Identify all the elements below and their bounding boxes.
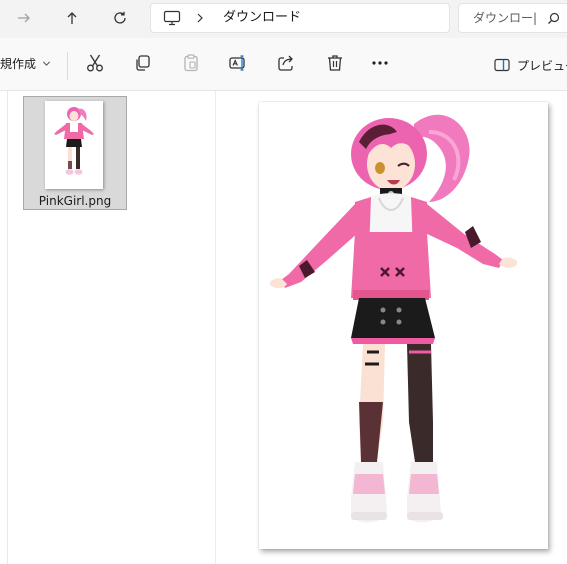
breadcrumb[interactable]: ダウンロード — [150, 3, 450, 33]
preview-pane-divider[interactable] — [215, 91, 216, 564]
chevron-down-icon — [43, 61, 51, 66]
search-input[interactable]: ダウンロー| — [458, 3, 567, 33]
file-thumbnail — [45, 101, 103, 189]
pink-girl-thumbnail — [54, 107, 94, 175]
copy-icon — [136, 55, 150, 71]
content-area: PinkGirl.png — [0, 91, 567, 564]
preview-pane — [259, 102, 548, 549]
cut-icon — [87, 54, 103, 72]
preview-pane-icon — [494, 58, 510, 72]
preview-pane-label: プレビュー — [517, 58, 567, 73]
breadcrumb-current-folder[interactable]: ダウンロード — [223, 10, 301, 26]
paste-button[interactable] — [180, 52, 202, 74]
pc-icon[interactable] — [163, 10, 181, 26]
up-button[interactable] — [57, 4, 87, 32]
chevron-right-icon[interactable] — [195, 12, 205, 24]
search-icon[interactable] — [547, 12, 560, 25]
forward-button[interactable] — [9, 4, 39, 32]
file-item[interactable]: PinkGirl.png — [23, 96, 127, 210]
delete-button[interactable] — [324, 52, 346, 74]
rename-icon — [229, 55, 245, 71]
arrow-right-icon — [18, 13, 30, 23]
arrow-up-icon — [67, 12, 77, 24]
copy-button[interactable] — [132, 52, 154, 74]
more-icon — [372, 61, 388, 65]
share-icon — [278, 55, 293, 71]
command-divider — [67, 52, 68, 80]
share-button[interactable] — [275, 52, 297, 74]
address-bar-row: ダウンロード ダウンロー| — [0, 0, 567, 38]
new-button[interactable]: 新規作成 — [0, 52, 51, 74]
new-button-label: 新規作成 — [0, 56, 37, 71]
preview-pane-button[interactable]: プレビュー — [494, 56, 567, 74]
paste-icon — [184, 54, 198, 72]
cut-button[interactable] — [84, 52, 106, 74]
search-text: ダウンロー| — [473, 11, 538, 25]
refresh-icon — [114, 11, 126, 24]
more-button[interactable] — [369, 52, 391, 74]
refresh-button[interactable] — [105, 4, 135, 32]
command-bar: 新規作成 — [0, 38, 567, 91]
pink-girl-preview-image — [269, 114, 518, 523]
delete-icon — [328, 55, 342, 71]
navigation-pane[interactable] — [0, 91, 8, 564]
file-name[interactable]: PinkGirl.png — [24, 194, 126, 208]
rename-button[interactable] — [227, 52, 249, 74]
